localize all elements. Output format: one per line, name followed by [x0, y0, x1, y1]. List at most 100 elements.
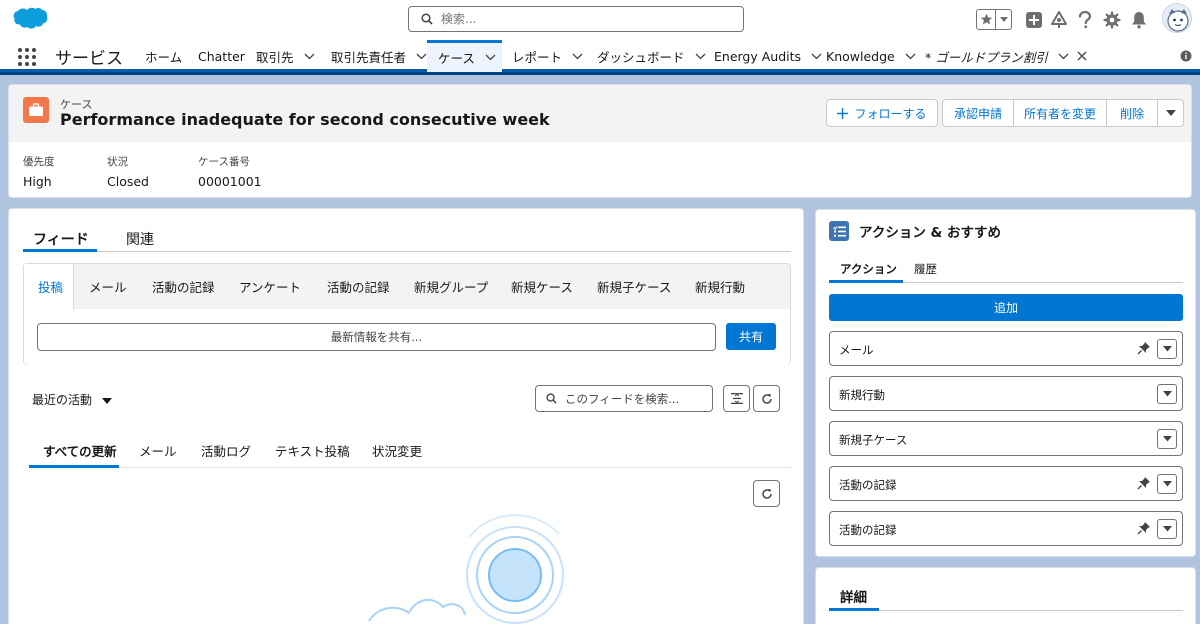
- publisher-tab-log-activity[interactable]: 活動の記録: [152, 264, 215, 309]
- nav-item-energy-audits[interactable]: Energy Audits: [714, 40, 822, 72]
- action-item-log-activity[interactable]: 活動の記録: [829, 466, 1183, 501]
- action-dropdown-icon[interactable]: [1157, 519, 1177, 539]
- nav-item-knowledge[interactable]: Knowledge: [826, 40, 916, 72]
- global-actions-add-icon[interactable]: [1022, 8, 1046, 32]
- field-value: Closed: [107, 174, 149, 189]
- tab-history[interactable]: 履歴: [914, 261, 937, 277]
- publisher-tab-new-child-case[interactable]: 新規子ケース: [597, 264, 671, 309]
- tab-active-indicator: [23, 249, 97, 252]
- action-item-label: 新規行動: [839, 388, 885, 402]
- collapse-feed-button[interactable]: [723, 385, 750, 412]
- publisher-tab-new-event[interactable]: 新規行動: [695, 264, 745, 309]
- action-dropdown-icon[interactable]: [1157, 474, 1177, 494]
- notifications-bell-icon[interactable]: [1127, 8, 1151, 32]
- nav-item-reports[interactable]: レポート: [512, 40, 583, 72]
- chevron-down-icon[interactable]: [304, 53, 315, 60]
- help-icon[interactable]: [1073, 8, 1097, 32]
- nav-item-label: 取引先: [256, 49, 294, 65]
- refresh-icon: [761, 488, 772, 499]
- user-avatar[interactable]: [1162, 3, 1192, 33]
- publisher-tab-new-group[interactable]: 新規グループ: [414, 264, 488, 309]
- chevron-down-icon[interactable]: [416, 53, 427, 60]
- refresh-feed-button[interactable]: [753, 385, 780, 412]
- close-tab-icon[interactable]: [1077, 51, 1087, 61]
- submit-approval-button[interactable]: 承認申請: [942, 99, 1014, 127]
- app-navigation-bar: サービス ホーム Chatter 取引先 取引先責任者 ケース レポート ダッシ…: [0, 40, 1200, 75]
- field-priority: 優先度 High: [23, 154, 55, 189]
- chevron-down-icon[interactable]: [1058, 53, 1069, 60]
- publisher-tab-new-case[interactable]: 新規ケース: [511, 264, 573, 309]
- actions-recommendations-card: アクション & おすすめ アクション 履歴 追加 メール 新規行動 新規子ケース…: [815, 209, 1196, 557]
- filter-tab-email[interactable]: メール: [139, 441, 177, 460]
- action-dropdown-icon[interactable]: [1157, 339, 1177, 359]
- details-title[interactable]: 詳細: [840, 586, 867, 606]
- filter-tab-status-change[interactable]: 状況変更: [372, 441, 422, 460]
- publisher-body: 共有: [24, 309, 790, 365]
- app-launcher-grid-icon[interactable]: [17, 47, 37, 67]
- nav-item-label: ダッシュボード: [597, 49, 685, 65]
- tab-actions[interactable]: アクション: [840, 261, 897, 277]
- action-dropdown-icon[interactable]: [1157, 384, 1177, 404]
- salesforce-logo-icon[interactable]: [12, 6, 48, 32]
- chevron-down-icon[interactable]: [811, 53, 822, 60]
- search-icon: [546, 393, 557, 404]
- nav-item-gold-plan-discount[interactable]: * ゴールドプラン割引: [925, 40, 1087, 72]
- publisher-tab-post[interactable]: 投稿: [24, 264, 74, 309]
- action-dropdown-icon[interactable]: [1157, 429, 1177, 449]
- chevron-down-icon[interactable]: [572, 53, 583, 60]
- trailhead-icon[interactable]: [1047, 8, 1071, 32]
- submit-approval-label: 承認申請: [953, 106, 1002, 121]
- nav-item-label: ケース: [438, 51, 475, 66]
- filter-tab-text-post[interactable]: テキスト投稿: [275, 441, 350, 460]
- chevron-down-icon[interactable]: [695, 53, 706, 60]
- publisher-tabs: 投稿 メール 活動の記録 アンケート 活動の記録 新規グループ 新規ケース 新規…: [24, 264, 790, 309]
- publisher-tab-survey[interactable]: アンケート: [239, 264, 301, 309]
- chevron-down-icon[interactable]: [485, 54, 496, 61]
- change-owner-button[interactable]: 所有者を変更: [1013, 99, 1107, 127]
- tab-related[interactable]: 関連: [126, 229, 154, 253]
- collapse-icon: [730, 393, 743, 404]
- action-item-new-child-case[interactable]: 新規子ケース: [829, 421, 1183, 456]
- feed-search-input[interactable]: [565, 391, 705, 406]
- action-item-email[interactable]: メール: [829, 331, 1183, 366]
- nav-item-chatter[interactable]: Chatter: [198, 40, 245, 72]
- setup-gear-icon[interactable]: [1100, 8, 1124, 32]
- favorites-star-icon[interactable]: [977, 10, 997, 29]
- field-case-number: ケース番号 00001001: [198, 154, 262, 189]
- filter-tab-activity-log[interactable]: 活動ログ: [201, 441, 251, 460]
- follow-button[interactable]: フォローする: [826, 99, 938, 127]
- refresh-button[interactable]: [753, 480, 780, 507]
- pin-icon[interactable]: [1137, 341, 1151, 358]
- feed-search[interactable]: [535, 385, 713, 412]
- info-icon[interactable]: [1180, 50, 1192, 65]
- case-briefcase-icon: [23, 97, 49, 123]
- favorites-group: [976, 9, 1012, 30]
- delete-button[interactable]: 削除: [1106, 99, 1158, 127]
- publisher-tab-email[interactable]: メール: [89, 264, 127, 309]
- add-action-button[interactable]: 追加: [829, 294, 1183, 321]
- publisher: 投稿 メール 活動の記録 アンケート 活動の記録 新規グループ 新規ケース 新規…: [23, 263, 791, 365]
- feed-sort-select[interactable]: 最近の活動: [32, 391, 113, 408]
- publisher-tab-log-activity-2[interactable]: 活動の記録: [327, 264, 390, 309]
- action-item-log-activity-2[interactable]: 活動の記録: [829, 511, 1183, 546]
- favorites-dropdown-icon[interactable]: [996, 10, 1011, 29]
- global-search[interactable]: [408, 6, 744, 32]
- chevron-down-icon[interactable]: [905, 53, 916, 60]
- actions-tab-active-indicator: [829, 280, 903, 283]
- nav-item-accounts[interactable]: 取引先: [256, 40, 315, 72]
- pin-icon[interactable]: [1137, 476, 1151, 493]
- field-value: 00001001: [198, 174, 262, 189]
- filter-tab-all-updates[interactable]: すべての更新: [43, 441, 117, 460]
- share-update-input[interactable]: [37, 323, 716, 351]
- global-search-input[interactable]: [441, 12, 721, 26]
- nav-item-dashboards[interactable]: ダッシュボード: [597, 40, 706, 72]
- more-actions-button[interactable]: [1157, 99, 1184, 127]
- nav-item-contacts[interactable]: 取引先責任者: [331, 40, 427, 72]
- pin-icon[interactable]: [1137, 521, 1151, 538]
- action-item-new-event[interactable]: 新規行動: [829, 376, 1183, 411]
- delete-label: 削除: [1119, 106, 1144, 121]
- nav-item-cases[interactable]: ケース: [427, 40, 502, 72]
- nav-item-home[interactable]: ホーム: [145, 40, 182, 72]
- share-button[interactable]: 共有: [726, 323, 776, 350]
- field-label: 優先度: [23, 156, 55, 168]
